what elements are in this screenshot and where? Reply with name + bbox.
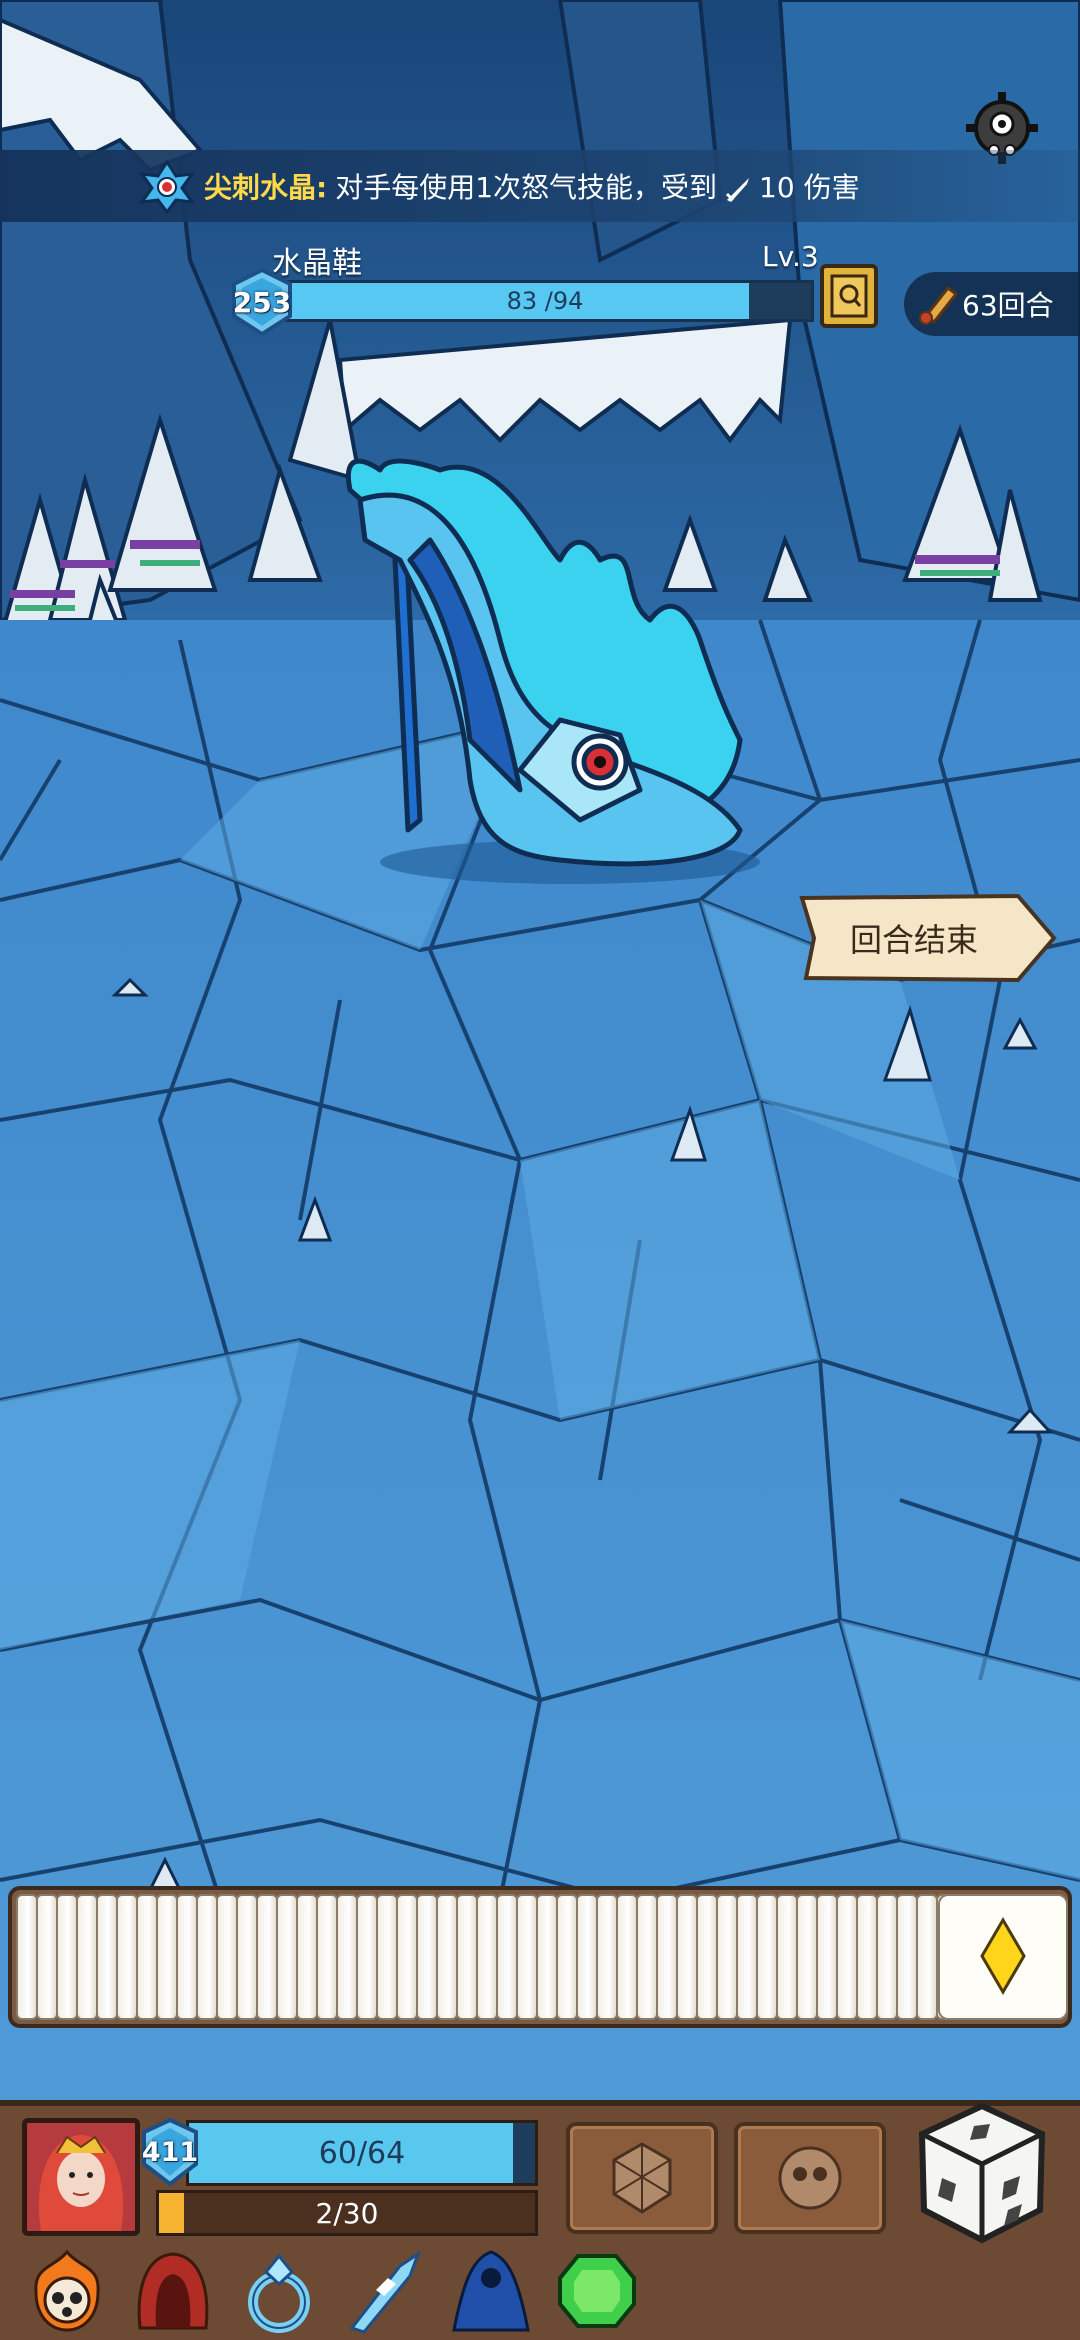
enemy-hp-bar: 83 /94 [276, 280, 814, 322]
player-shield-badge: 411 [138, 2116, 202, 2188]
deck-card [356, 1894, 378, 2020]
deck-card [476, 1894, 498, 2020]
player-hp-text: 60/64 [318, 2135, 406, 2171]
deck-card [16, 1894, 38, 2020]
deck-card [816, 1894, 838, 2020]
deck-card [876, 1894, 898, 2020]
deck-top-card[interactable] [938, 1894, 1068, 2020]
bestiary-book-button[interactable] [820, 264, 878, 328]
skull-jar-icon [778, 2146, 842, 2210]
deck-card [696, 1894, 718, 2020]
effect-description-text: 对手每使用1次怒气技能，受到 [335, 171, 718, 204]
player-rage-text: 2/30 [315, 2196, 379, 2230]
deck-card [336, 1894, 358, 2020]
end-turn-label: 回合结束 [849, 921, 978, 959]
effect-description: 对手每使用1次怒气技能，受到 10 伤害 [335, 166, 859, 206]
enemy-shield-value: 253 [232, 285, 292, 319]
hero-portrait-icon [27, 2123, 135, 2231]
deck-card [656, 1894, 678, 2020]
deck-card [616, 1894, 638, 2020]
end-turn-button[interactable]: 回合结束 [796, 890, 1060, 986]
deck-card [276, 1894, 298, 2020]
enemy-shield-badge: 253 [226, 266, 298, 338]
dice-slot-2[interactable] [734, 2122, 886, 2234]
dice-icon [918, 2102, 1046, 2244]
deck-card [716, 1894, 738, 2020]
sword-icon [725, 178, 750, 202]
deck-card [676, 1894, 698, 2020]
effect-banner: 尖刺水晶: 对手每使用1次怒气技能，受到 10 伤害 [0, 150, 1080, 222]
deck-card [576, 1894, 598, 2020]
book-icon [830, 274, 868, 318]
deck-card [216, 1894, 238, 2020]
player-hud: 60/64 411 2/30 [0, 2100, 1080, 2340]
deck-card [516, 1894, 538, 2020]
deck-card [636, 1894, 658, 2020]
player-rage-bar: 2/30 [156, 2190, 538, 2236]
deck-card [56, 1894, 78, 2020]
deck-card [36, 1894, 58, 2020]
enemy-level: Lv.3 [762, 240, 819, 273]
deck-card [896, 1894, 918, 2020]
deck-card [316, 1894, 338, 2020]
effect-damage-suffix: 伤害 [803, 171, 860, 204]
ice-blade-icon[interactable] [342, 2248, 428, 2334]
deck-card [416, 1894, 438, 2020]
deck-card [736, 1894, 758, 2020]
card-deck[interactable] [8, 1886, 1072, 2028]
deck-card [116, 1894, 138, 2020]
player-shield-value: 411 [141, 2136, 199, 2168]
player-avatar[interactable] [22, 2118, 140, 2236]
crystal-ring-icon[interactable] [236, 2248, 322, 2334]
enemy-hp-text: 83 /94 [506, 287, 584, 315]
d20-dice-icon [612, 2142, 672, 2214]
spike-crystal-icon [140, 160, 194, 214]
deck-card [556, 1894, 578, 2020]
scroll-icon [919, 285, 959, 325]
equipment-row [24, 2248, 644, 2338]
deck-card [776, 1894, 798, 2020]
red-hood-icon[interactable] [130, 2248, 216, 2334]
deck-card [436, 1894, 458, 2020]
effect-name: 尖刺水晶: [204, 171, 328, 204]
effect-damage: 10 [759, 171, 795, 204]
deck-card [236, 1894, 258, 2020]
deck-card [76, 1894, 98, 2020]
deck-card [856, 1894, 878, 2020]
roll-dice-button[interactable] [912, 2098, 1052, 2248]
deck-card [196, 1894, 218, 2020]
player-hp-bar: 60/64 [186, 2120, 538, 2186]
deck-card [156, 1894, 178, 2020]
yellow-diamond-icon [980, 1917, 1026, 1995]
deck-card [596, 1894, 618, 2020]
deck-card [176, 1894, 198, 2020]
fire-skull-icon[interactable] [24, 2248, 110, 2334]
deck-card [916, 1894, 938, 2020]
deck-card [256, 1894, 278, 2020]
deck-card [376, 1894, 398, 2020]
deck-card [296, 1894, 318, 2020]
deck-card [836, 1894, 858, 2020]
blue-cloak-icon[interactable] [448, 2248, 534, 2334]
turn-counter-text: 63回合 [962, 289, 1054, 322]
deck-card [756, 1894, 778, 2020]
deck-card-stack [16, 1894, 1058, 2020]
green-gem-icon[interactable] [554, 2248, 640, 2334]
deck-card [96, 1894, 118, 2020]
deck-card [136, 1894, 158, 2020]
deck-card [396, 1894, 418, 2020]
deck-card [536, 1894, 558, 2020]
dice-slot-1[interactable] [566, 2122, 718, 2234]
deck-card [796, 1894, 818, 2020]
turn-counter-badge: 63回合 [904, 272, 1080, 336]
deck-card [496, 1894, 518, 2020]
deck-card [456, 1894, 478, 2020]
